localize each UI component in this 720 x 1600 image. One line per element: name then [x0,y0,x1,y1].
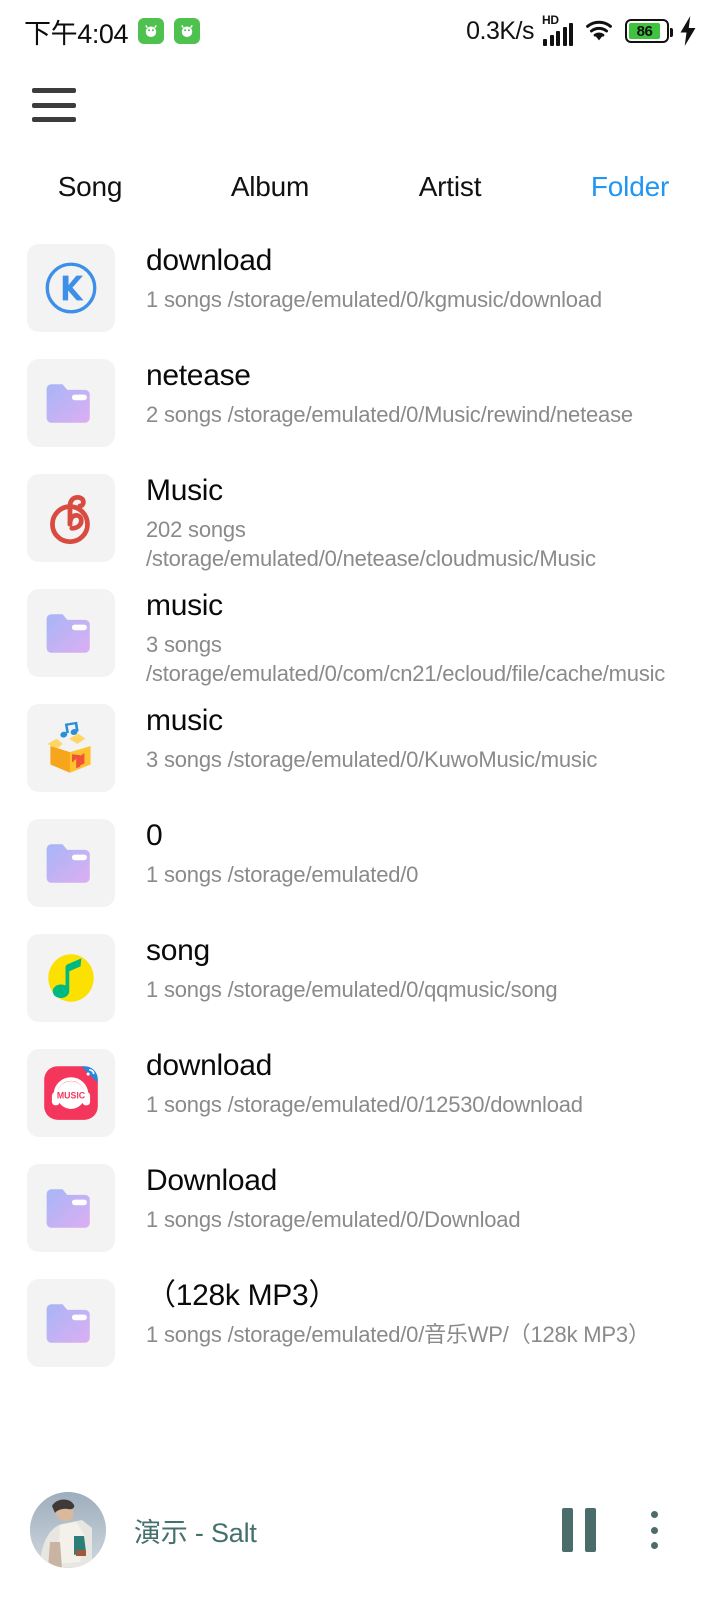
folder-thumbnail [27,934,115,1022]
folder-info: 3 songs /storage/emulated/0/com/cn21/ecl… [146,631,666,686]
svg-text:MUSIC: MUSIC [57,1091,86,1101]
folder-name: song [146,934,210,967]
status-time: 下午4:04 [24,18,129,49]
folder-name: Download [146,1164,278,1197]
folder-icon [46,1189,90,1228]
kuwo-music-icon [47,721,91,773]
folder-name: music [146,589,223,622]
folder-thumbnail [27,1164,115,1252]
folder-name: （128k MP3） [146,1279,339,1312]
status-bar-right: 0.3K/s HD 86 [466,13,698,46]
folder-info: 1 songs /storage/emulated/0 [146,861,419,887]
folder-info: 3 songs /storage/emulated/0/KuwoMusic/mu… [146,746,598,772]
folder-info: 202 songs /storage/emulated/0/netease/cl… [146,516,596,571]
folder-meta: netease 2 songs /storage/emulated/0/Musi… [146,349,694,429]
list-item[interactable]: netease 2 songs /storage/emulated/0/Musi… [0,349,720,464]
folder-name: download [146,1049,273,1082]
folder-meta: download 1 songs /storage/emulated/0/125… [146,1039,694,1119]
app-screen: 下午4:04 0.3K/s HD 86 Song Album Artist Fo… [0,0,720,1600]
folder-name: netease [146,359,251,392]
folder-thumbnail [27,819,115,907]
folder-meta: music 3 songs /storage/emulated/0/KuwoMu… [146,694,694,774]
hd-label: HD [542,13,559,27]
folder-meta: （128k MP3） 1 songs /storage/emulated/0/音… [146,1269,694,1349]
folder-info: 1 songs /storage/emulated/0/kgmusic/down… [146,286,602,312]
folder-thumbnail [27,589,115,677]
signal-icon: HD [542,13,573,46]
list-item[interactable]: music 3 songs /storage/emulated/0/com/cn… [0,579,720,694]
pause-icon[interactable] [562,1508,596,1552]
folder-info: 1 songs /storage/emulated/0/音乐WP/（128k M… [146,1321,650,1347]
folder-list: download 1 songs /storage/emulated/0/kgm… [0,226,720,1460]
folder-thumbnail [27,1279,115,1367]
folder-meta: 0 1 songs /storage/emulated/0 [146,809,694,889]
android-notification-icon [174,18,201,44]
folder-thumbnail [27,704,115,792]
qq-music-icon [48,954,94,1002]
folder-info: 2 songs /storage/emulated/0/Music/rewind… [146,401,633,427]
folder-info: 1 songs /storage/emulated/0/Download [146,1206,521,1232]
folder-icon [46,844,90,883]
battery-fill: 86 [629,22,660,40]
tab-artist[interactable]: Artist [360,171,540,203]
tab-folder[interactable]: Folder [540,171,720,203]
tab-song[interactable]: Song [0,171,180,203]
folder-icon [46,614,90,653]
wifi-icon [586,20,612,41]
folder-meta: music 3 songs /storage/emulated/0/com/cn… [146,579,694,688]
mini-player-bar[interactable]: 演示 - Salt [0,1460,720,1600]
folder-meta: song 1 songs /storage/emulated/0/qqmusic… [146,924,694,1004]
folder-info: 1 songs /storage/emulated/0/12530/downlo… [146,1091,583,1117]
hamburger-menu-icon[interactable] [32,88,76,122]
top-app-bar [0,62,720,148]
charging-bolt-icon [680,16,696,46]
migu-music-icon: MUSIC [44,1066,98,1120]
folder-thumbnail [27,359,115,447]
status-bar-left: 下午4:04 [24,12,201,51]
list-item[interactable]: Download 1 songs /storage/emulated/0/Dow… [0,1154,720,1269]
folder-icon [46,384,90,423]
folder-meta: Download 1 songs /storage/emulated/0/Dow… [146,1154,694,1234]
list-item[interactable]: download 1 songs /storage/emulated/0/kgm… [0,234,720,349]
folder-name: download [146,244,273,277]
folder-info: 1 songs /storage/emulated/0/qqmusic/song [146,976,558,1002]
netease-cloud-music-icon [50,495,90,545]
list-item[interactable]: （128k MP3） 1 songs /storage/emulated/0/音… [0,1269,720,1384]
playlist-queue-icon[interactable] [636,1511,680,1549]
folder-thumbnail [27,474,115,562]
folder-meta: Music 202 songs /storage/emulated/0/nete… [146,464,694,573]
now-playing-title: 演示 - Salt [134,1517,257,1548]
list-item[interactable]: song 1 songs /storage/emulated/0/qqmusic… [0,924,720,1039]
folder-thumbnail [27,244,115,332]
list-item[interactable]: Music 202 songs /storage/emulated/0/nete… [0,464,720,579]
status-bar: 下午4:04 0.3K/s HD 86 [0,0,720,62]
network-speed-text: 0.3K/s [466,16,534,45]
battery-icon: 86 [625,19,673,43]
folder-icon [46,1304,90,1343]
tab-album[interactable]: Album [180,171,360,203]
list-item[interactable]: music 3 songs /storage/emulated/0/KuwoMu… [0,694,720,809]
folder-meta: download 1 songs /storage/emulated/0/kgm… [146,234,694,314]
list-item[interactable]: 0 1 songs /storage/emulated/0 [0,809,720,924]
folder-name: Music [146,474,223,507]
album-art-thumbnail[interactable] [30,1492,106,1568]
kugou-music-icon [45,262,97,314]
list-item[interactable]: MUSIC download 1 songs /storage/emulated… [0,1039,720,1154]
folder-name: 0 [146,819,163,852]
folder-name: music [146,704,223,737]
battery-level-text: 86 [636,22,653,40]
tab-bar: Song Album Artist Folder [0,148,720,226]
folder-thumbnail: MUSIC [27,1049,115,1137]
android-notification-icon [138,18,165,44]
